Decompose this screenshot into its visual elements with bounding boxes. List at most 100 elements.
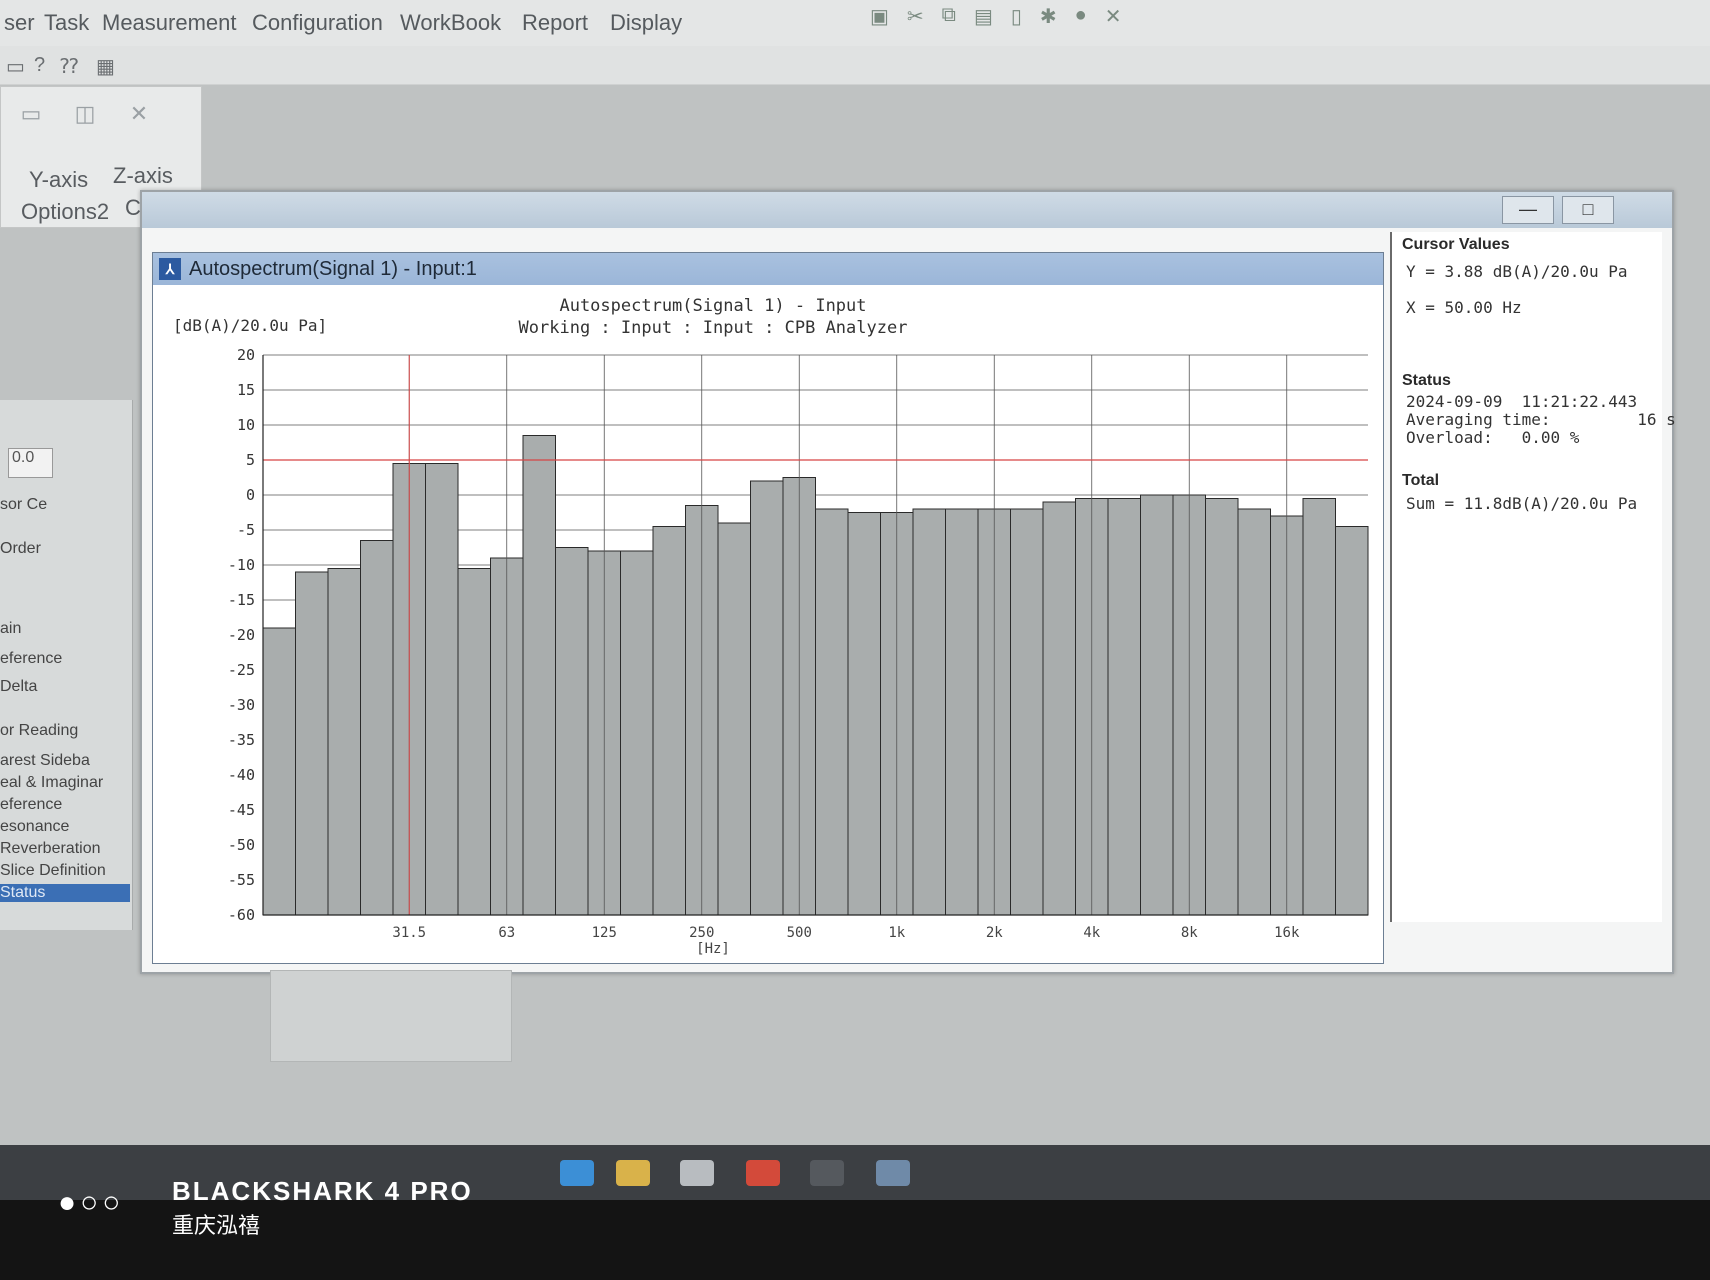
total-title: Total <box>1402 472 1440 489</box>
window-title: Autospectrum(Signal 1) - Input:1 <box>189 258 477 280</box>
help-icon[interactable]: ? <box>34 54 45 77</box>
spectrum-bar <box>425 463 459 916</box>
camera-watermark-dots: ●○○ <box>58 1186 125 1219</box>
cursor-x-readout: X = 50.00 Hz <box>1406 298 1522 317</box>
page-icon[interactable]: ▭ <box>6 54 25 79</box>
status-title: Status <box>1402 372 1451 389</box>
copy-icon[interactable]: ⧉ <box>942 4 956 29</box>
status-timestamp: 2024-09-09 11:21:22.443 <box>1406 392 1638 411</box>
panel-close-icon[interactable]: ✕ <box>119 101 159 129</box>
list-item[interactable]: Delta <box>0 678 37 696</box>
close-doc-icon[interactable]: ✕ <box>1105 4 1122 29</box>
spectrum-bar <box>555 547 589 916</box>
list-item[interactable]: arest Sideba <box>0 752 90 770</box>
spectrum-bar <box>1010 508 1044 916</box>
spectrum-bar <box>1042 501 1076 916</box>
panel-restore-icon[interactable]: ◫ <box>65 101 105 129</box>
chrome-icon[interactable] <box>746 1160 780 1186</box>
menu-measurement[interactable]: Measurement <box>102 10 237 36</box>
chart-svg[interactable]: Autospectrum(Signal 1) - Input Working :… <box>153 285 1383 961</box>
chart-title: Autospectrum(Signal 1) - Input <box>559 296 866 316</box>
spectrum-bar <box>815 508 849 916</box>
y-tick-label: -10 <box>228 556 255 574</box>
y-tick-label: 20 <box>237 346 255 364</box>
folder-icon[interactable] <box>616 1160 650 1186</box>
menu-report[interactable]: Report <box>522 10 588 36</box>
tab-z-axis[interactable]: Z-axis <box>113 163 173 189</box>
spectrum-bar <box>912 508 946 916</box>
list-item[interactable]: eference <box>0 796 62 814</box>
y-tick-label: -50 <box>228 836 255 854</box>
toolbar: ▣ ✂ ⧉ ▤ ▯ ✱ ● ✕ <box>870 4 1122 29</box>
cursor-values-title: Cursor Values <box>1402 236 1510 253</box>
maximize-button[interactable]: □ <box>1562 196 1614 224</box>
spectrum-bar <box>1302 498 1336 916</box>
list-item[interactable]: eal & Imaginar <box>0 774 103 792</box>
y-tick-label: -40 <box>228 766 255 784</box>
status-overload: Overload: 0.00 % <box>1406 428 1580 447</box>
list-item[interactable]: or Reading <box>0 722 78 740</box>
spectrum-bar <box>750 480 784 916</box>
spectrum-bar <box>945 508 979 916</box>
list-item[interactable]: Reverberation <box>0 840 101 858</box>
spectrum-bar <box>847 512 881 916</box>
y-tick-label: -35 <box>228 731 255 749</box>
context-help-icon[interactable]: ⁇ <box>60 54 78 79</box>
minimize-button[interactable]: — <box>1502 196 1554 224</box>
x-tick-label: 16k <box>1274 925 1300 941</box>
tab-options2[interactable]: Options2 <box>21 199 109 225</box>
y-tick-label: 10 <box>237 416 255 434</box>
grid-icon[interactable]: ▦ <box>96 54 115 79</box>
menu-configuration[interactable]: Configuration <box>252 10 383 36</box>
record-icon[interactable]: ● <box>1075 4 1087 29</box>
browser-icon[interactable] <box>560 1160 594 1186</box>
total-sum: Sum = 11.8dB(A)/20.0u Pa <box>1406 494 1638 513</box>
list-item[interactable]: Order <box>0 540 41 558</box>
cursor-info-panel: Cursor Values Y = 3.88 dB(A)/20.0u Pa X … <box>1390 232 1676 922</box>
document-icon[interactable]: ▯ <box>1011 4 1022 29</box>
paste-icon[interactable]: ▤ <box>974 4 993 29</box>
menu-task[interactable]: Task <box>44 10 89 36</box>
list-item[interactable]: ain <box>0 620 21 638</box>
spectrum-bar <box>1107 498 1141 916</box>
menu-display[interactable]: Display <box>610 10 682 36</box>
x-tick-label: 31.5 <box>392 925 426 941</box>
tab-y-axis[interactable]: Y-axis <box>29 167 88 193</box>
menu-user[interactable]: ser <box>4 10 35 36</box>
x-tick-label: 63 <box>498 925 515 941</box>
menu-bar: ser Task Measurement Configuration WorkB… <box>0 0 1710 47</box>
menu-workbook[interactable]: WorkBook <box>400 10 501 36</box>
sidebar-list: sor Ce Order ain eference Delta or Readi… <box>0 400 133 930</box>
y-tick-label: -60 <box>228 906 255 924</box>
x-axis-unit: [Hz] <box>696 941 730 957</box>
y-tick-label: -55 <box>228 871 255 889</box>
y-tick-label: -30 <box>228 696 255 714</box>
spectrum-bar <box>1205 498 1239 916</box>
secondary-toolbar: ▭ ? ⁇ ▦ <box>0 46 1710 85</box>
window-icon[interactable] <box>680 1160 714 1186</box>
autospectrum-title-bar[interactable]: ⅄ Autospectrum(Signal 1) - Input:1 <box>153 253 1383 285</box>
settings-icon[interactable]: ✱ <box>1040 4 1057 29</box>
list-item[interactable]: esonance <box>0 818 69 836</box>
value-field[interactable]: 0.0 <box>8 448 53 478</box>
spectrum-bar <box>620 550 654 916</box>
spectrum-bar <box>457 568 491 916</box>
save-icon[interactable]: ▣ <box>870 4 889 29</box>
app-icon[interactable] <box>810 1160 844 1186</box>
list-item[interactable]: Slice Definition <box>0 862 106 880</box>
chart-subtitle: Working : Input : Input : CPB Analyzer <box>519 318 908 338</box>
spectrum-bar <box>1335 526 1369 916</box>
list-item[interactable]: eference <box>0 650 62 668</box>
list-item-selected[interactable]: Status <box>0 884 130 902</box>
panel-minimize-icon[interactable]: ▭ <box>11 101 51 129</box>
y-tick-label: 15 <box>237 381 255 399</box>
camera-watermark-brand: BLACKSHARK 4 PRO <box>172 1176 473 1206</box>
cut-icon[interactable]: ✂ <box>907 4 924 29</box>
window-frame: — □ <box>142 192 1672 228</box>
y-tick-label: -25 <box>228 661 255 679</box>
analyzer-icon: ⅄ <box>159 258 181 280</box>
analyzer-task-icon[interactable] <box>876 1160 910 1186</box>
x-tick-label: 250 <box>689 925 714 941</box>
list-item[interactable]: sor Ce <box>0 496 47 514</box>
chart[interactable]: Autospectrum(Signal 1) - Input Working :… <box>153 285 1383 961</box>
